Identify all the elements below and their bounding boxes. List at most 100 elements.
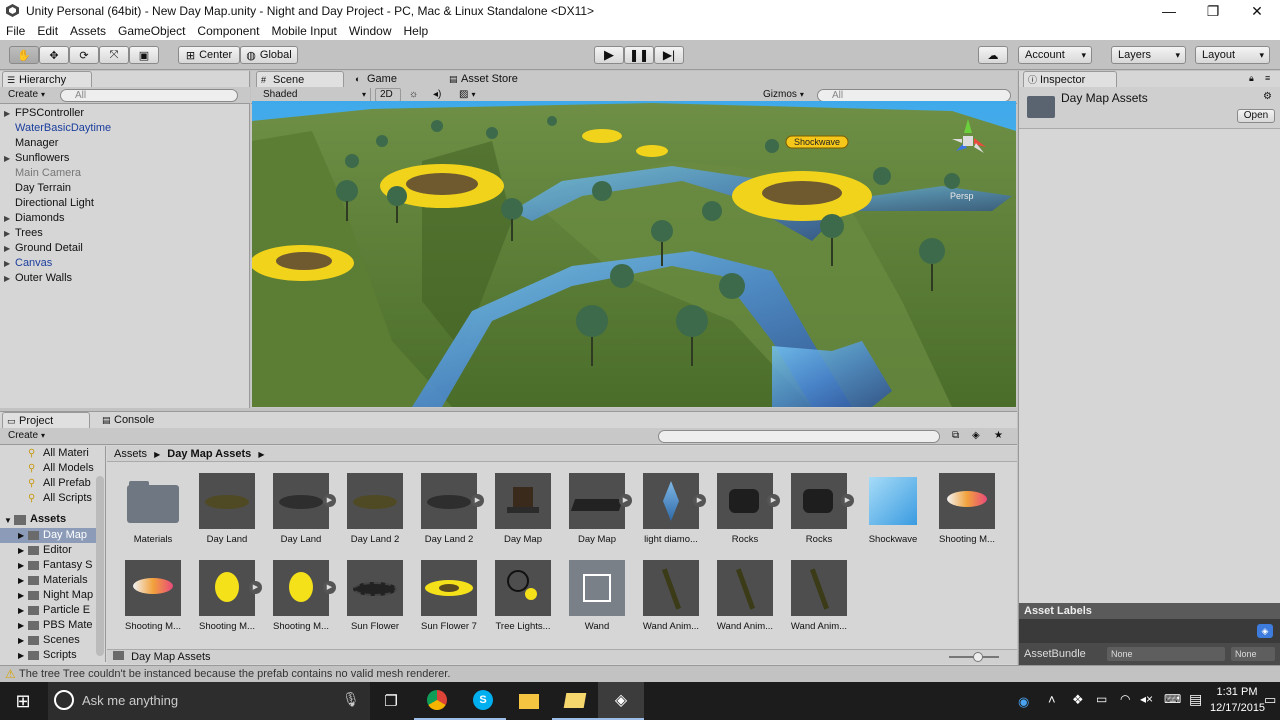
rect-tool-button[interactable]: ▣ [129, 46, 159, 64]
expand-prefab-icon[interactable]: ▶ [249, 581, 262, 594]
scene-viewport[interactable]: Shockwave Persp [252, 101, 1016, 407]
settings-gear-icon[interactable]: ⚙ [1263, 91, 1272, 102]
cloud-button[interactable]: ☁ [978, 46, 1008, 64]
asset-tile[interactable]: Day Map [487, 473, 559, 545]
asset-tile[interactable]: ▶ Shooting M... [265, 560, 337, 632]
expand-arrow-icon[interactable]: ▶ [4, 154, 10, 163]
asset-tile[interactable]: Tree Lights... [487, 560, 559, 632]
asset-tile[interactable]: Sun Flower [339, 560, 411, 632]
asset-tile[interactable]: Wand Anim... [635, 560, 707, 632]
tray-volume-icon[interactable]: ◂× [1140, 692, 1153, 706]
asset-tile[interactable]: ▶ Shooting M... [191, 560, 263, 632]
chrome-taskbar-button[interactable] [414, 682, 460, 720]
hierarchy-item[interactable]: Diamonds [15, 211, 65, 226]
asset-tile[interactable]: Day Land [191, 473, 263, 545]
asset-tile[interactable]: Sun Flower 7 [413, 560, 485, 632]
skype-taskbar-button[interactable]: S [460, 682, 506, 720]
project-folder-item[interactable]: Particle E [43, 603, 90, 618]
favorite-item[interactable]: All Scripts [43, 491, 92, 506]
tray-battery-icon[interactable]: ▭ [1096, 692, 1107, 706]
menu-component[interactable]: Component [191, 24, 265, 38]
close-button[interactable]: ✕ [1234, 0, 1280, 22]
tray-keyboard-icon[interactable]: ⌨ [1164, 692, 1181, 706]
expand-arrow-icon[interactable]: ▶ [18, 591, 24, 600]
lighting-toggle-button[interactable]: ☼ [405, 88, 427, 102]
expand-arrow-icon[interactable]: ▶ [18, 651, 24, 660]
project-folder-item[interactable]: Materials [43, 573, 88, 588]
tray-network-icon[interactable]: ◠ [1120, 692, 1130, 706]
asset-tile[interactable]: ▶ Day Land [265, 473, 337, 545]
shading-dropdown[interactable]: Shaded ▾ [259, 88, 371, 102]
asset-tile[interactable]: ▶ Day Map [561, 473, 633, 545]
gizmos-dropdown[interactable]: Gizmos ▾ [759, 88, 809, 102]
expand-arrow-icon[interactable]: ▶ [18, 561, 24, 570]
hand-tool-button[interactable]: ✋ [9, 46, 39, 64]
pause-button[interactable]: ❚❚ [624, 46, 654, 64]
menu-gameobject[interactable]: GameObject [112, 24, 191, 38]
tab-inspector[interactable]: ⓘ Inspector [1023, 71, 1117, 87]
microphone-icon[interactable]: 🎙︎ [342, 691, 360, 708]
lock-icon[interactable]: 🔒︎ [1249, 73, 1254, 84]
expand-prefab-icon[interactable]: ▶ [841, 494, 854, 507]
hierarchy-item[interactable]: Trees [15, 226, 43, 241]
start-button[interactable]: ⊞ [0, 682, 46, 720]
maximize-button[interactable]: ❐ [1190, 0, 1236, 22]
hierarchy-item[interactable]: Day Terrain [15, 181, 71, 196]
assets-root-label[interactable]: Assets [30, 513, 66, 525]
expand-arrow-icon[interactable]: ▶ [4, 259, 10, 268]
expand-arrow-icon[interactable]: ▼ [4, 516, 12, 525]
clock-time[interactable]: 1:31 PM [1214, 686, 1260, 698]
tab-hierarchy[interactable]: ☰ Hierarchy [2, 71, 92, 87]
expand-arrow-icon[interactable]: ▶ [18, 546, 24, 555]
hierarchy-search-input[interactable]: All [60, 89, 238, 102]
hierarchy-item[interactable]: Canvas [15, 256, 52, 271]
menu-edit[interactable]: Edit [31, 24, 64, 38]
project-folder-item[interactable]: Fantasy S [43, 558, 93, 573]
asset-tile[interactable]: Wand [561, 560, 633, 632]
effects-dropdown[interactable]: ▨ ▾ [455, 88, 485, 102]
project-folder-item[interactable]: Scripts [43, 648, 77, 662]
asset-tile[interactable]: Shockwave [857, 473, 929, 545]
account-dropdown[interactable]: Account [1018, 46, 1092, 64]
asset-tile[interactable]: ▶ light diamo... [635, 473, 707, 545]
asset-tile[interactable]: Shooting M... [117, 560, 189, 632]
tab-game[interactable]: ◐ Game [351, 71, 436, 87]
asset-tile[interactable]: Materials [117, 473, 189, 545]
asset-tile[interactable]: ▶ Day Land 2 [413, 473, 485, 545]
asset-tile[interactable]: ▶ Rocks [783, 473, 855, 545]
cortana-search-box[interactable]: Ask me anything 🎙︎ [48, 682, 370, 720]
expand-prefab-icon[interactable]: ▶ [471, 494, 484, 507]
favorite-item[interactable]: All Models [43, 461, 94, 476]
asset-tile[interactable]: Wand Anim... [709, 560, 781, 632]
filter-label-icon[interactable]: ◈ [972, 430, 980, 441]
asset-tile[interactable]: Shooting M... [931, 473, 1003, 545]
tab-asset-store[interactable]: ▤ Asset Store [445, 71, 540, 87]
tab-project[interactable]: ▭ Project [2, 412, 90, 428]
asset-tile[interactable]: Wand Anim... [783, 560, 855, 632]
favorite-item[interactable]: All Prefab [43, 476, 91, 491]
tray-ime-icon[interactable]: ▤ [1189, 691, 1202, 708]
file-explorer-taskbar-button[interactable] [506, 682, 552, 720]
zoom-slider-handle[interactable] [973, 652, 983, 662]
hierarchy-item[interactable]: WaterBasicDaytime [15, 121, 111, 136]
hierarchy-item[interactable]: FPSController [15, 106, 84, 121]
expand-arrow-icon[interactable]: ▶ [18, 636, 24, 645]
open-button[interactable]: Open [1237, 109, 1275, 123]
tray-chevron-icon[interactable]: ˄ [1048, 692, 1056, 707]
step-button[interactable]: ▶| [654, 46, 684, 64]
pivot-center-button[interactable]: ⊞ Center [178, 46, 240, 64]
audio-toggle-button[interactable]: ◂) [429, 88, 451, 102]
expand-arrow-icon[interactable]: ▶ [4, 214, 10, 223]
expand-prefab-icon[interactable]: ▶ [619, 494, 632, 507]
expand-prefab-icon[interactable]: ▶ [693, 494, 706, 507]
layers-dropdown[interactable]: Layers [1111, 46, 1186, 64]
hierarchy-item[interactable]: Manager [15, 136, 58, 151]
clock-date[interactable]: 12/17/2015 [1210, 702, 1265, 714]
project-folder-item[interactable]: Scenes [43, 633, 80, 648]
tree-scrollbar[interactable] [96, 476, 104, 656]
menu-help[interactable]: Help [398, 24, 435, 38]
hierarchy-item[interactable]: Sunflowers [15, 151, 69, 166]
asset-tile[interactable]: ▶ Rocks [709, 473, 781, 545]
expand-arrow-icon[interactable]: ▶ [18, 576, 24, 585]
breadcrumb-assets[interactable]: Assets [114, 448, 147, 460]
